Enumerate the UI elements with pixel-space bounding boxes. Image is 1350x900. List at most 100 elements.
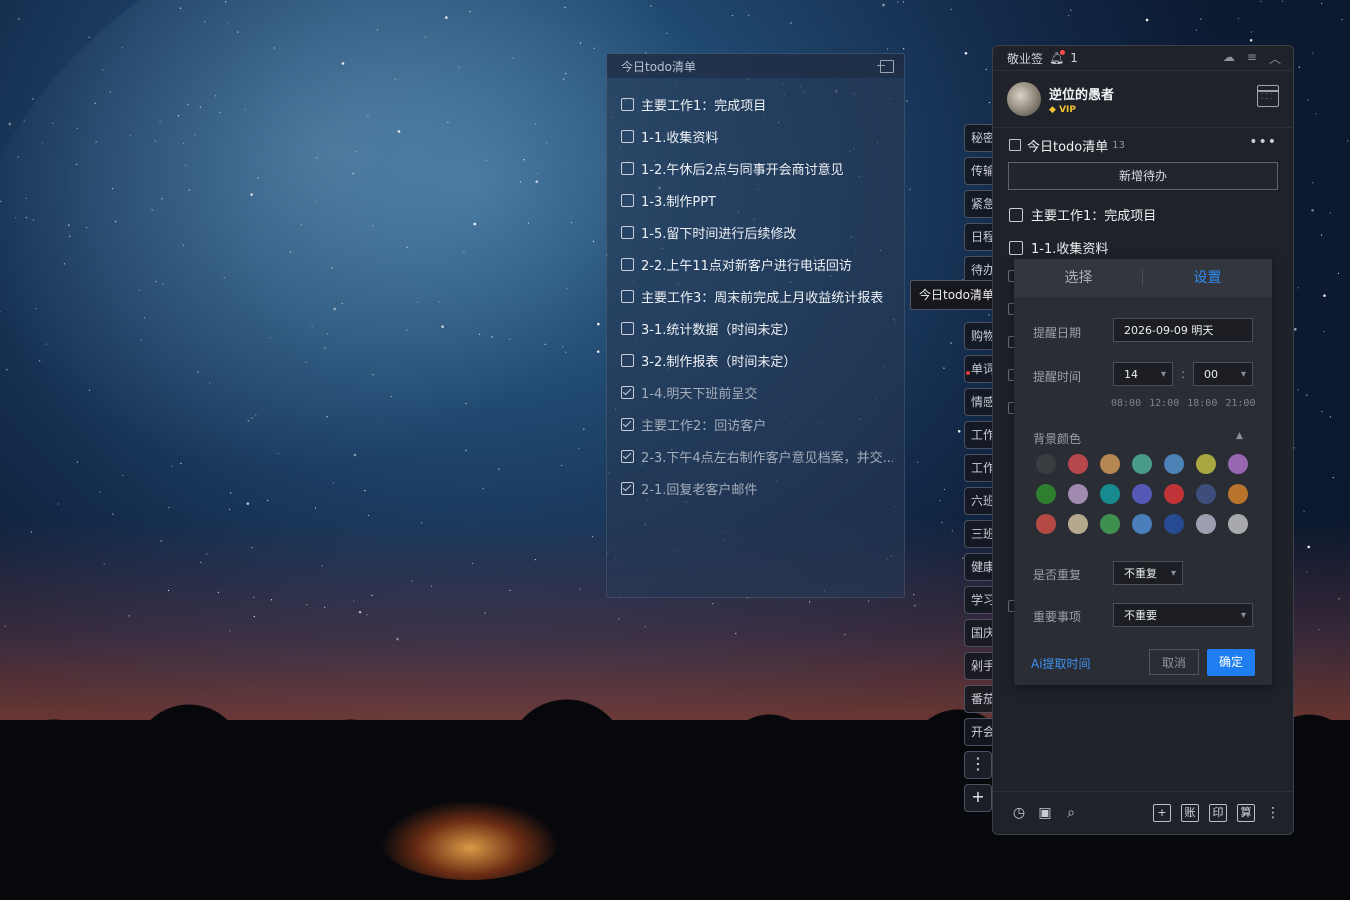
color-swatch[interactable] bbox=[1228, 514, 1248, 534]
side-tab[interactable]: 健康 bbox=[964, 553, 994, 581]
stamp-tool[interactable]: 印 bbox=[1209, 804, 1227, 822]
floating-todo-item[interactable]: 2-1.回复老客户邮件 bbox=[621, 472, 893, 504]
floating-todo-item[interactable]: 主要工作2：回访客户 bbox=[621, 408, 893, 440]
checkbox[interactable] bbox=[621, 225, 634, 239]
color-swatch[interactable] bbox=[1228, 454, 1248, 474]
menu-icon[interactable]: ≡ bbox=[1247, 50, 1257, 67]
confirm-button[interactable]: 确定 bbox=[1207, 649, 1255, 676]
side-tab[interactable]: 工作 bbox=[964, 421, 994, 449]
checkbox[interactable] bbox=[621, 353, 634, 367]
side-tab[interactable]: 六班 bbox=[964, 487, 994, 515]
side-tab[interactable]: 日程 bbox=[964, 223, 994, 251]
floating-todo-item[interactable]: 3-1.统计数据（时间未定） bbox=[621, 312, 893, 344]
calendar-icon[interactable] bbox=[1257, 85, 1279, 107]
floating-todo-item[interactable]: 1-3.制作PPT bbox=[621, 184, 893, 216]
color-swatch[interactable] bbox=[1100, 454, 1120, 474]
side-tab[interactable]: 传输 bbox=[964, 157, 994, 185]
color-swatch[interactable] bbox=[1100, 514, 1120, 534]
color-swatch[interactable] bbox=[1196, 454, 1216, 474]
avatar[interactable] bbox=[1007, 82, 1041, 116]
floating-todo-item[interactable]: 2-2.上午11点对新客户进行电话回访 bbox=[621, 248, 893, 280]
checked-checkbox[interactable] bbox=[621, 385, 634, 399]
collapse-caret-icon[interactable]: ▲ bbox=[1236, 431, 1243, 441]
app-todo-item[interactable]: 主要工作1：完成项目 bbox=[1009, 198, 1277, 231]
color-swatch[interactable] bbox=[1196, 484, 1216, 504]
floating-todo-item[interactable]: 3-2.制作报表（时间未定） bbox=[621, 344, 893, 376]
bell-icon[interactable]: 🔔︎ bbox=[1049, 50, 1066, 65]
cloud-sync-icon[interactable]: ☁ bbox=[1223, 50, 1235, 67]
side-tab[interactable]: 单词 bbox=[964, 355, 994, 383]
checkbox[interactable] bbox=[621, 161, 634, 175]
floating-todo-item[interactable]: 1-2.午休后2点与同事开会商讨意见 bbox=[621, 152, 893, 184]
checkbox[interactable] bbox=[1009, 240, 1023, 255]
checkbox[interactable] bbox=[1009, 207, 1023, 222]
title-bar[interactable]: 敬业签 🔔︎ 1 ☁ ≡ ︿ bbox=[993, 46, 1293, 71]
tab-select[interactable]: 选择 bbox=[1014, 259, 1143, 297]
quick-times[interactable]: 08:00 12:00 18:00 21:00 bbox=[1111, 398, 1255, 409]
archive-icon[interactable]: ▣ bbox=[1037, 805, 1053, 821]
checked-checkbox[interactable] bbox=[621, 481, 634, 495]
exit-icon[interactable] bbox=[877, 59, 894, 73]
side-tab[interactable]: 情感 bbox=[964, 388, 994, 416]
color-swatch[interactable] bbox=[1100, 484, 1120, 504]
color-swatch[interactable] bbox=[1132, 514, 1152, 534]
add-todo-button[interactable]: 新增待办 bbox=[1008, 162, 1278, 190]
color-swatch[interactable] bbox=[1228, 484, 1248, 504]
floating-todo-item[interactable]: 主要工作3：周末前完成上月收益统计报表 bbox=[621, 280, 893, 312]
more-options-icon[interactable]: ••• bbox=[1249, 134, 1277, 150]
add-note-tool[interactable]: + bbox=[1153, 804, 1171, 822]
calculator-tool[interactable]: 算 bbox=[1237, 804, 1255, 822]
side-tab[interactable]: 番茄 bbox=[964, 685, 994, 713]
color-swatch[interactable] bbox=[1164, 514, 1184, 534]
more-tabs-button[interactable]: ⋮ bbox=[964, 751, 992, 779]
color-swatch[interactable] bbox=[1036, 484, 1056, 504]
floating-todo-item[interactable]: 1-4.明天下班前呈交 bbox=[621, 376, 893, 408]
more-vertical-icon[interactable]: ⋮ bbox=[1265, 805, 1281, 821]
collapse-icon[interactable]: ︿ bbox=[1269, 50, 1281, 67]
color-swatch[interactable] bbox=[1036, 454, 1056, 474]
reminder-date-input[interactable]: 2026-09-09 明天 bbox=[1113, 318, 1253, 342]
ai-extract-time-link[interactable]: Ai提取时间 bbox=[1031, 655, 1091, 672]
checkbox[interactable] bbox=[621, 289, 634, 303]
ledger-tool[interactable]: 账 bbox=[1181, 804, 1199, 822]
color-swatch[interactable] bbox=[1132, 454, 1152, 474]
search-icon[interactable]: ⌕ bbox=[1063, 805, 1079, 821]
side-tab[interactable]: 工作 bbox=[964, 454, 994, 482]
color-swatch[interactable] bbox=[1036, 514, 1056, 534]
side-tab[interactable]: 学习 bbox=[964, 586, 994, 614]
minute-select[interactable]: 00 bbox=[1193, 362, 1253, 387]
cancel-button[interactable]: 取消 bbox=[1149, 649, 1199, 675]
side-tab[interactable]: 国庆 bbox=[964, 619, 994, 647]
hour-select[interactable]: 14 bbox=[1113, 362, 1173, 387]
floating-panel-header[interactable]: 今日todo清单 bbox=[607, 54, 904, 78]
clock-icon[interactable]: ◷ bbox=[1011, 805, 1027, 821]
checkbox[interactable] bbox=[621, 129, 634, 143]
color-swatch[interactable] bbox=[1164, 484, 1184, 504]
side-tab[interactable]: 开会 bbox=[964, 718, 994, 746]
floating-todo-item[interactable]: 1-5.留下时间进行后续修改 bbox=[621, 216, 893, 248]
color-swatch[interactable] bbox=[1132, 484, 1152, 504]
checkbox[interactable] bbox=[621, 257, 634, 271]
floating-todo-item[interactable]: 2-3.下午4点左右制作客户意见档案，并交... bbox=[621, 440, 893, 472]
color-swatch[interactable] bbox=[1164, 454, 1184, 474]
color-swatch[interactable] bbox=[1068, 514, 1088, 534]
floating-todo-item[interactable]: 1-1.收集资料 bbox=[621, 120, 893, 152]
side-tab[interactable]: 剁手 bbox=[964, 652, 994, 680]
color-swatch[interactable] bbox=[1196, 514, 1216, 534]
tab-settings[interactable]: 设置 bbox=[1143, 259, 1272, 297]
checked-checkbox[interactable] bbox=[621, 417, 634, 431]
color-swatch[interactable] bbox=[1068, 484, 1088, 504]
checkbox[interactable] bbox=[621, 321, 634, 335]
checkbox[interactable] bbox=[621, 97, 634, 111]
side-tab[interactable]: 紧急 bbox=[964, 190, 994, 218]
color-swatch[interactable] bbox=[1068, 454, 1088, 474]
side-tab[interactable]: 购物 bbox=[964, 322, 994, 350]
add-tab-button[interactable]: + bbox=[964, 784, 992, 812]
floating-todo-item[interactable]: 主要工作1：完成项目 bbox=[621, 88, 893, 120]
checked-checkbox[interactable] bbox=[621, 449, 634, 463]
side-tab[interactable]: 秘密 bbox=[964, 124, 994, 152]
checkbox[interactable] bbox=[621, 193, 634, 207]
repeat-select[interactable]: 不重复 bbox=[1113, 561, 1183, 586]
important-select[interactable]: 不重要 bbox=[1113, 603, 1253, 628]
side-tab[interactable]: 三班 bbox=[964, 520, 994, 548]
